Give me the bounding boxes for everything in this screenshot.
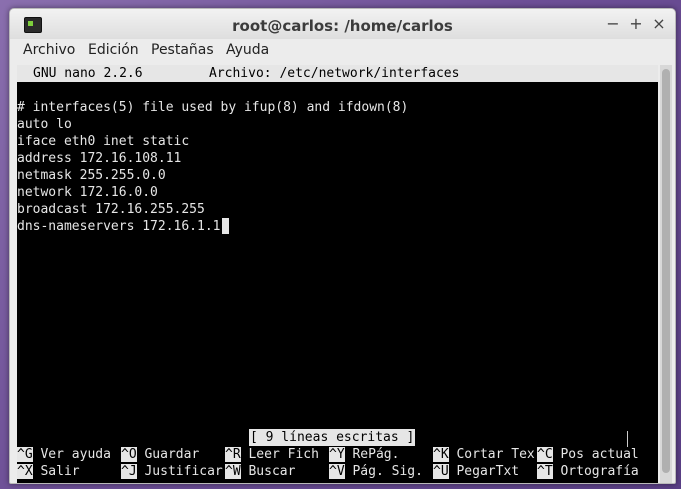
menu-pestanas[interactable]: Pestañas (151, 42, 214, 58)
terminal-area[interactable]: GNU nano 2.2.6 Archivo: /etc/network/int… (17, 65, 658, 483)
shortcut-justify[interactable]: ^J Justificar (121, 463, 223, 480)
shortcut-key: ^U (433, 464, 449, 479)
file-line: auto lo (17, 117, 72, 132)
text-cursor (221, 218, 229, 234)
shortcut-next-page[interactable]: ^V Pág. Sig. (329, 463, 423, 480)
menu-edicion[interactable]: Edición (88, 42, 139, 58)
file-line: network 172.16.0.0 (17, 185, 158, 200)
file-line: iface eth0 inet static (17, 134, 190, 149)
nano-version: GNU nano 2.2.6 (33, 66, 143, 81)
window-title: root@carlos: /home/carlos (232, 17, 453, 35)
shortcut-save[interactable]: ^O Guardar (121, 446, 199, 463)
shortcut-key: ^X (17, 464, 33, 479)
shortcut-key: ^R (225, 447, 241, 462)
shortcut-prev-page[interactable]: ^Y RePág. (329, 446, 399, 463)
shortcut-cur-pos[interactable]: ^C Pos actual (537, 446, 639, 463)
file-line: # interfaces(5) file used by ifup(8) and… (17, 100, 409, 115)
shortcut-read-file[interactable]: ^R Leer Fich (225, 446, 319, 463)
minimize-icon[interactable]: − (605, 16, 621, 32)
shortcut-exit[interactable]: ^X Salir (17, 463, 80, 480)
shortcut-key: ^T (537, 464, 553, 479)
scrollbar-thumb[interactable] (662, 69, 670, 473)
shortcut-key: ^V (329, 464, 345, 479)
shortcut-spell[interactable]: ^T Ortografía (537, 463, 639, 480)
close-icon[interactable]: × (651, 16, 667, 32)
shortcut-cut-text[interactable]: ^K Cortar Tex (433, 446, 535, 463)
shortcut-label: Pág. Sig. (352, 464, 423, 479)
menu-archivo[interactable]: Archivo (23, 42, 75, 58)
shortcut-key: ^C (537, 447, 553, 462)
shortcut-label: Leer Fich (248, 447, 319, 462)
shortcut-uncut-text[interactable]: ^U PegarTxt (433, 463, 519, 480)
shortcut-where-is[interactable]: ^W Buscar (225, 463, 295, 480)
shortcut-key: ^W (225, 464, 241, 479)
file-line-text: dns-nameservers 172.16.1.1 (17, 219, 221, 234)
shortcut-key: ^J (121, 464, 137, 479)
shortcut-key: ^G (17, 447, 33, 462)
shortcut-key: ^Y (329, 447, 345, 462)
maximize-icon[interactable]: + (628, 16, 644, 32)
shortcut-help[interactable]: ^G Ver ayuda (17, 446, 111, 463)
shortcut-label: Salir (40, 464, 80, 479)
terminal-window: root@carlos: /home/carlos − + × Archivo … (9, 8, 676, 484)
file-line: broadcast 172.16.255.255 (17, 202, 205, 217)
nano-filename: Archivo: /etc/network/interfaces (209, 66, 460, 81)
nano-header: GNU nano 2.2.6 Archivo: /etc/network/int… (17, 65, 658, 82)
file-line: netmask 255.255.0.0 (17, 168, 166, 183)
shortcut-label: RePág. (352, 447, 400, 462)
shortcut-label: Ortografía (560, 464, 639, 479)
shortcut-key: ^K (433, 447, 449, 462)
file-line-last: dns-nameservers 172.16.1.1 (17, 218, 408, 235)
shortcut-label: Buscar (248, 464, 296, 479)
mouse-ibeam-icon (627, 431, 628, 447)
shortcut-label: Guardar (144, 447, 200, 462)
shortcut-key: ^O (121, 447, 137, 462)
shortcut-label: Cortar Tex (456, 447, 535, 462)
menu-bar: Archivo Edición Pestañas Ayuda (10, 40, 675, 62)
shortcut-label: Justificar (144, 464, 223, 479)
shortcut-label: PegarTxt (456, 464, 520, 479)
shortcut-label: Pos actual (560, 447, 639, 462)
shortcut-label: Ver ayuda (40, 447, 111, 462)
status-message: [ 9 líneas escritas ] (249, 429, 416, 446)
file-content[interactable]: # interfaces(5) file used by ifup(8) and… (17, 99, 408, 235)
menu-ayuda[interactable]: Ayuda (226, 42, 269, 58)
shortcut-bar: ^G Ver ayuda ^O Guardar ^R Leer Fich ^Y … (17, 446, 658, 480)
title-bar[interactable]: root@carlos: /home/carlos − + × (10, 9, 675, 39)
scrollbar[interactable] (660, 65, 672, 483)
file-line: address 172.16.108.11 (17, 151, 182, 166)
